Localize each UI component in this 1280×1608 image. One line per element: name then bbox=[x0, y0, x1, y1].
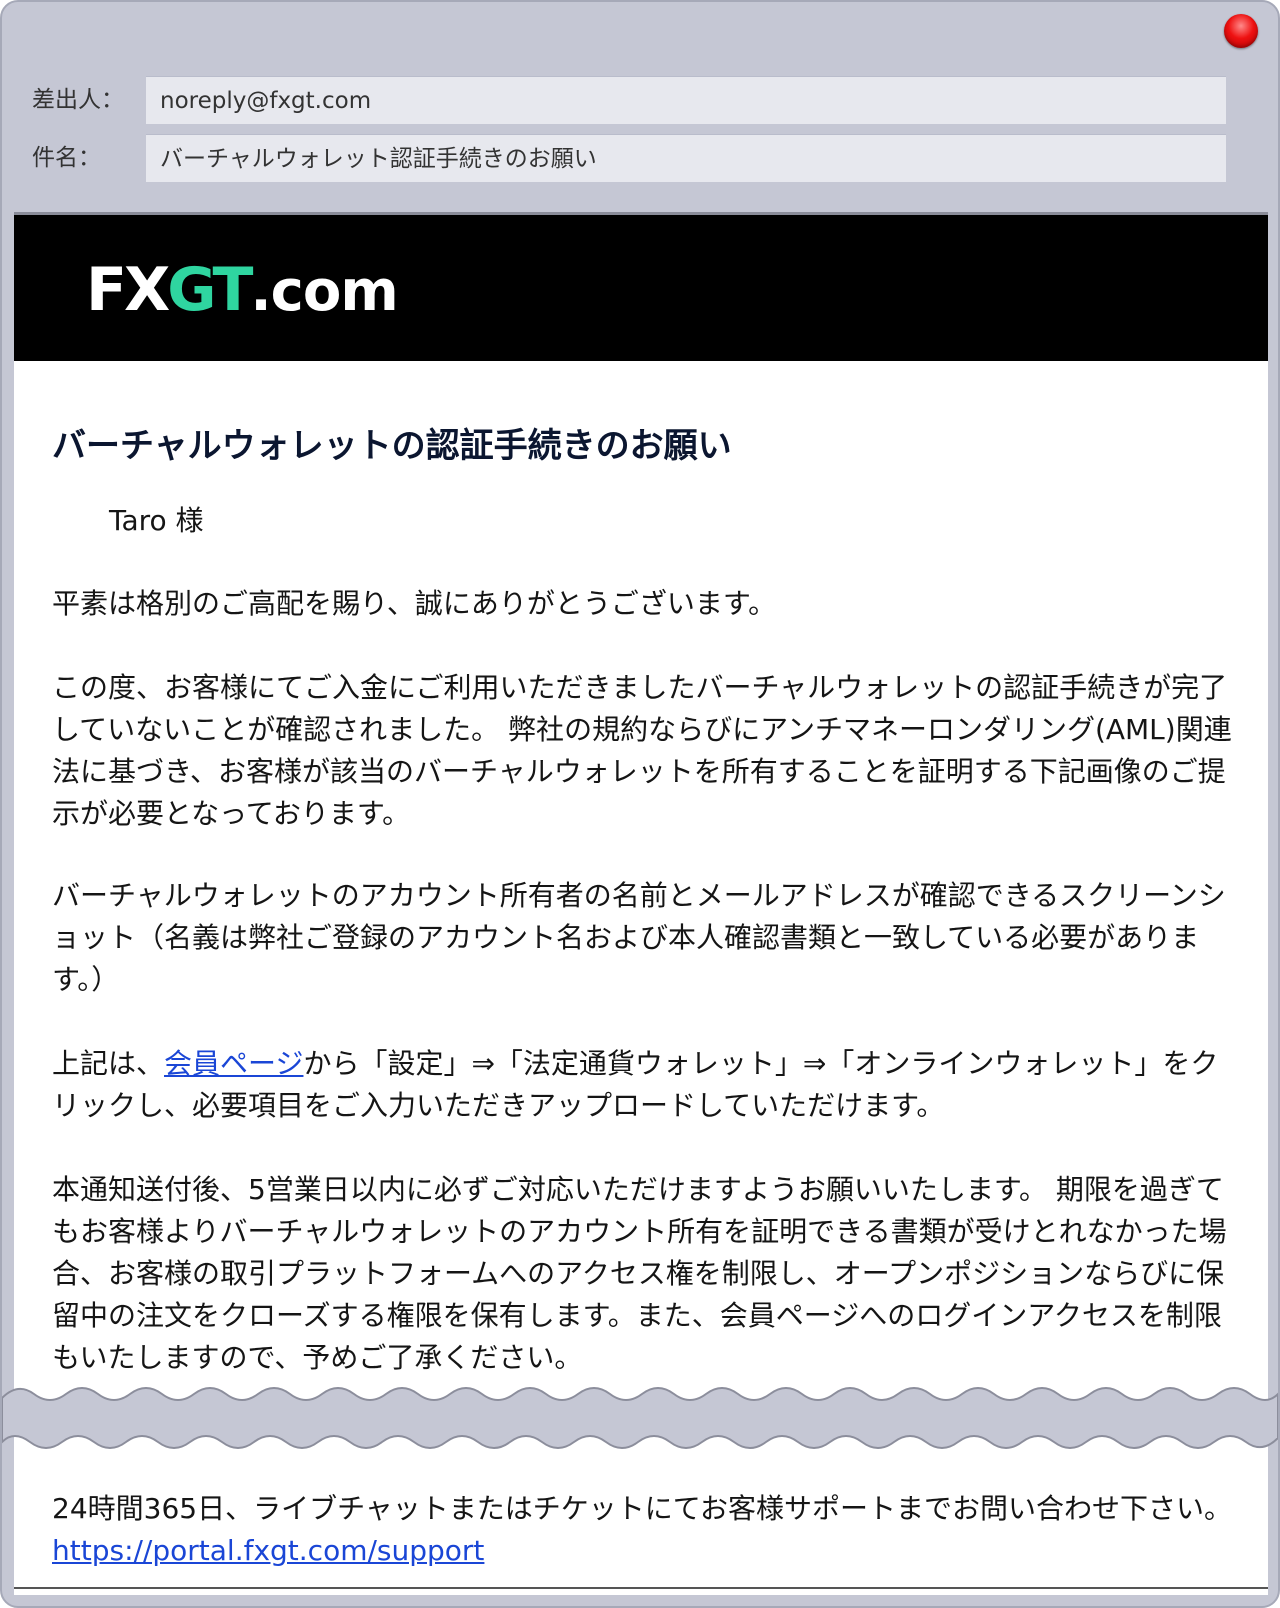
paragraph-1: 平素は格別のご高配を賜り、誠にありがとうございます。 bbox=[52, 587, 777, 620]
paragraph-5: 本通知送付後、5営業日以内に必ずご対応いただけますようお願いいたします。 期限を… bbox=[52, 1173, 1227, 1374]
logo-gt: GT bbox=[167, 255, 253, 325]
paragraph-4: 上記は、会員ページから「設定」⇒「法定通貨ウォレット」⇒「オンラインウォレット」… bbox=[52, 1043, 1232, 1127]
brand-banner: FXGT.com bbox=[14, 215, 1268, 361]
member-page-link[interactable]: 会員ページ bbox=[164, 1047, 303, 1080]
paragraph-2: この度、お客様にてご入金にご利用いただきましたバーチャルウォレットの認証手続きが… bbox=[52, 671, 1232, 830]
email-title: バーチャルウォレットの認証手続きのお願い bbox=[52, 426, 732, 466]
greeting: Taro 様 bbox=[109, 504, 204, 537]
from-field[interactable]: noreply@fxgt.com bbox=[146, 76, 1226, 124]
logo-com: .com bbox=[250, 259, 398, 324]
mail-window: 差出人： noreply@fxgt.com 件名： バーチャルウォレット認証手続… bbox=[0, 0, 1280, 1608]
footer-text: 24時間365日、ライブチャットまたはチケットにてお客様サポートまでお問い合わせ… bbox=[52, 1488, 1232, 1572]
footer-message: 24時間365日、ライブチャットまたはチケットにてお客様サポートまでお問い合わせ… bbox=[52, 1492, 1232, 1525]
support-link[interactable]: https://portal.fxgt.com/support bbox=[52, 1534, 484, 1567]
subject-label: 件名： bbox=[32, 145, 101, 171]
close-window-button[interactable] bbox=[1224, 14, 1258, 48]
torn-edge-divider bbox=[2, 1387, 1278, 1449]
subject-row: 件名： バーチャルウォレット認証手続きのお願い bbox=[2, 134, 1278, 182]
paragraph-4-pre: 上記は、 bbox=[52, 1047, 165, 1080]
footer-divider bbox=[14, 1587, 1268, 1589]
from-row: 差出人： noreply@fxgt.com bbox=[2, 76, 1278, 124]
logo-fx: FX bbox=[86, 255, 170, 325]
fxgt-logo: FXGT.com bbox=[86, 255, 399, 327]
paragraph-3: バーチャルウォレットのアカウント所有者の名前とメールアドレスが確認できるスクリー… bbox=[52, 879, 1226, 996]
from-label: 差出人： bbox=[32, 87, 124, 113]
subject-field[interactable]: バーチャルウォレット認証手続きのお願い bbox=[146, 134, 1226, 182]
